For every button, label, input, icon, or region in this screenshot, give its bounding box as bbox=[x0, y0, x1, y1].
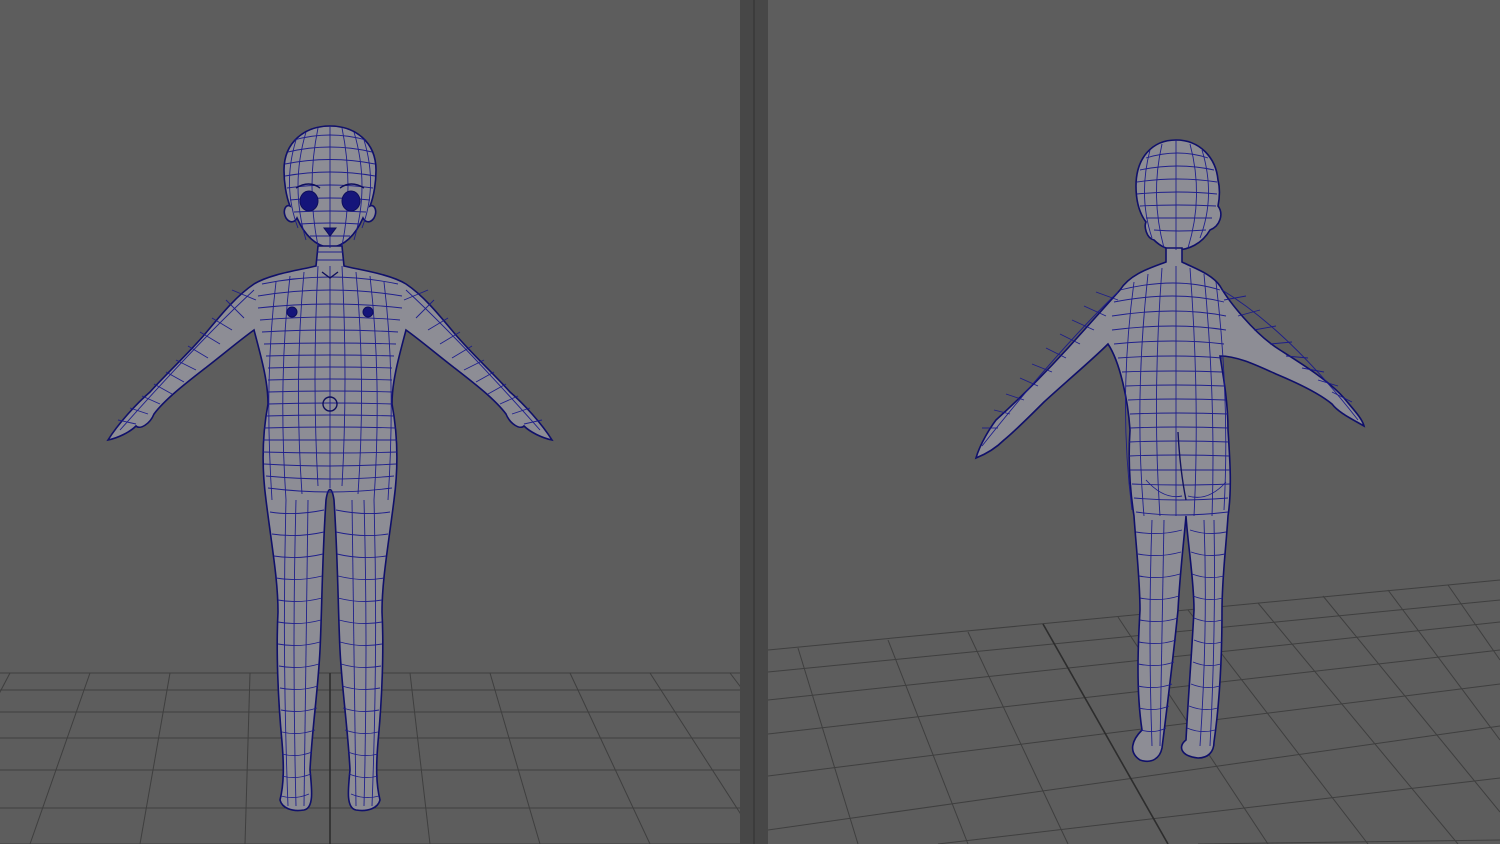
modeling-workspace bbox=[0, 0, 1500, 844]
viewport-perspective-canvas[interactable] bbox=[768, 0, 1500, 844]
viewport-perspective[interactable] bbox=[768, 0, 1500, 844]
viewport-divider[interactable] bbox=[740, 0, 768, 844]
right-eye bbox=[341, 190, 361, 212]
chest-left bbox=[286, 306, 298, 318]
viewport-front[interactable] bbox=[0, 0, 740, 844]
chest-right bbox=[362, 306, 374, 318]
left-eye bbox=[299, 190, 319, 212]
ground-grid-perspective bbox=[768, 579, 1500, 844]
viewport-front-canvas[interactable] bbox=[0, 0, 740, 844]
character-mesh-back[interactable] bbox=[974, 139, 1366, 763]
